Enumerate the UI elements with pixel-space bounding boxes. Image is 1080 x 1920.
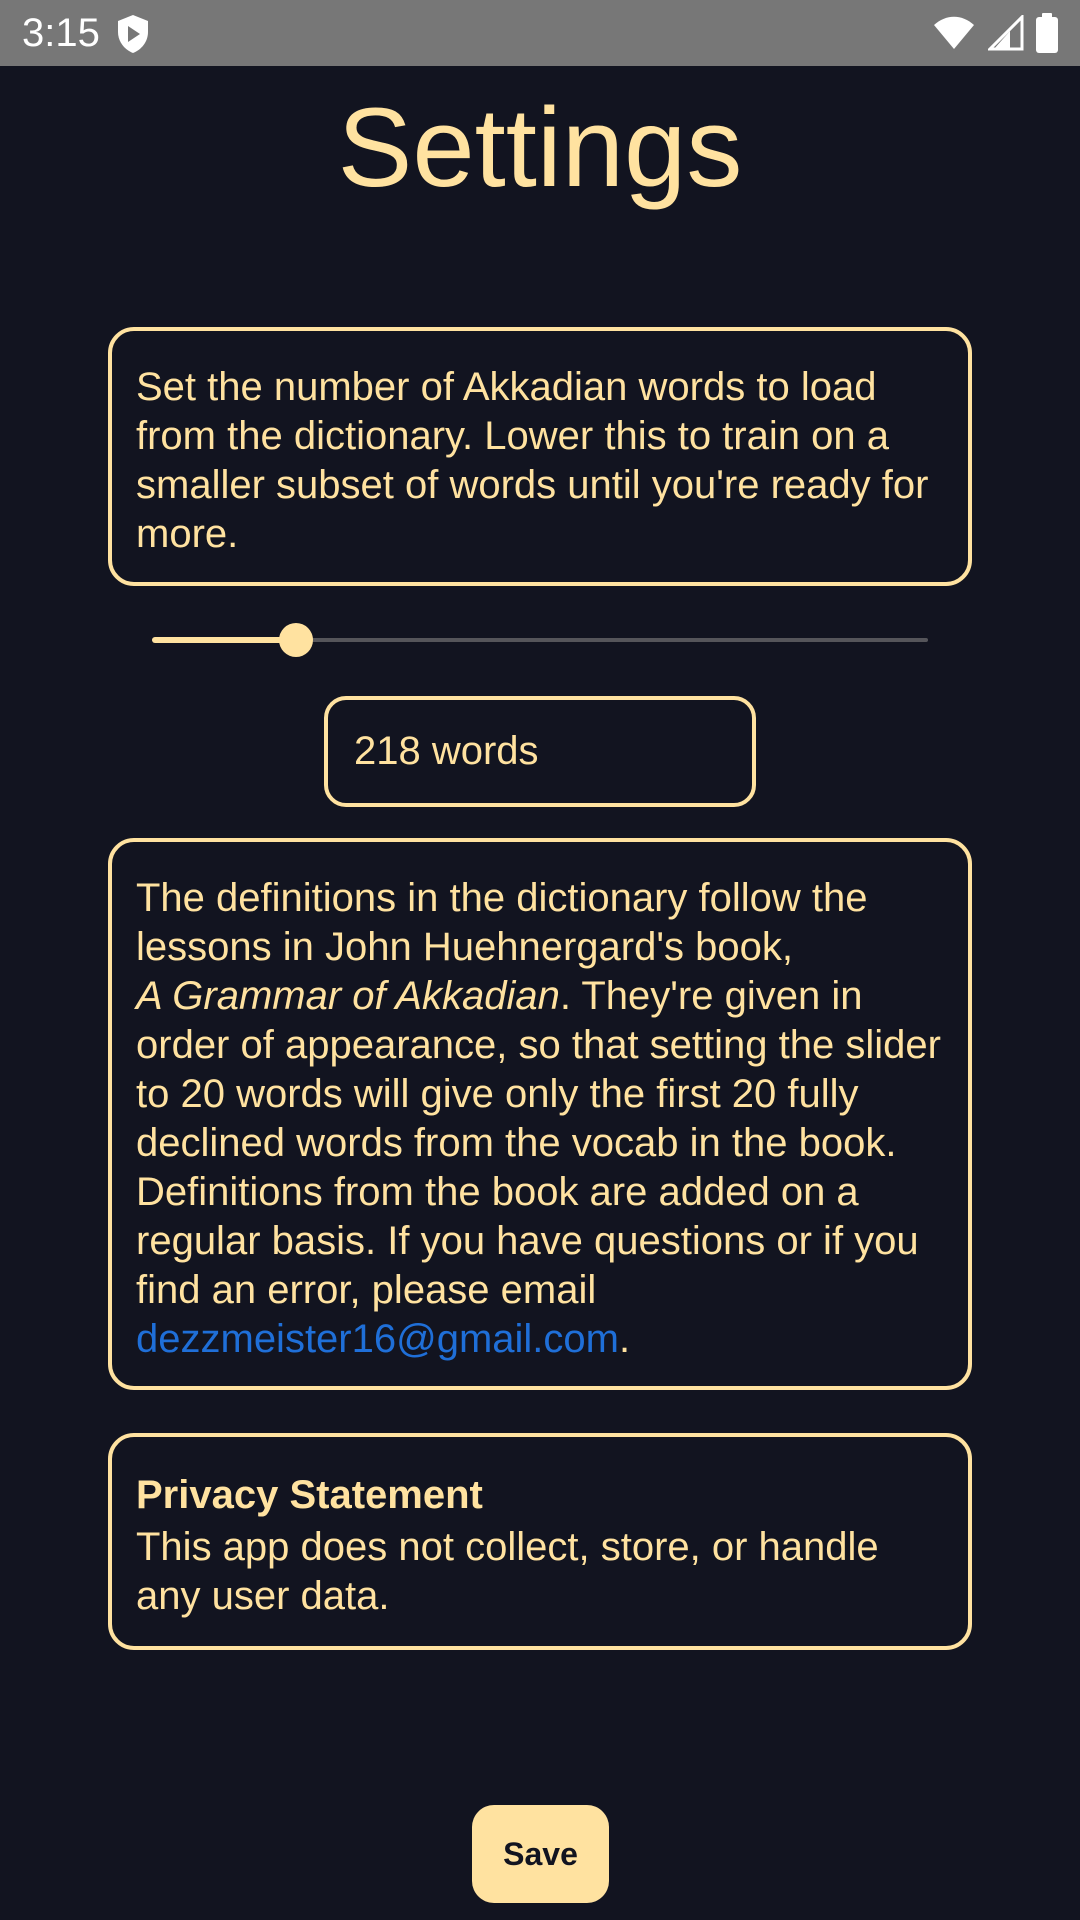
slider-thumb[interactable]	[279, 623, 313, 657]
dictionary-info-card: The definitions in the dictionary follow…	[108, 838, 972, 1390]
info-text-part1: The definitions in the dictionary follow…	[136, 876, 868, 969]
info-text-part2: . They're given in order of appearance, …	[136, 974, 941, 1312]
page-title: Settings	[337, 85, 743, 210]
status-bar: 3:15	[0, 0, 1080, 66]
email-link[interactable]: dezzmeister16@gmail.com	[136, 1317, 619, 1361]
save-button[interactable]: Save	[472, 1805, 609, 1903]
slider-fill	[152, 637, 296, 643]
status-icons	[932, 12, 1058, 54]
word-count-field[interactable]: 218 words	[324, 696, 756, 807]
battery-icon	[1036, 13, 1058, 53]
word-count-slider[interactable]	[152, 620, 928, 660]
book-title: A Grammar of Akkadian	[136, 974, 560, 1018]
word-count-value: 218 words	[354, 729, 539, 773]
privacy-card: Privacy Statement This app does not coll…	[108, 1433, 972, 1650]
signal-icon	[988, 15, 1024, 51]
shield-icon	[118, 15, 148, 53]
status-time: 3:15	[22, 11, 100, 55]
wifi-icon	[934, 16, 974, 49]
privacy-title: Privacy Statement	[136, 1473, 483, 1517]
word-count-description-card: Set the number of Akkadian words to load…	[108, 327, 972, 586]
word-count-description: Set the number of Akkadian words to load…	[136, 365, 929, 556]
privacy-body: This app does not collect, store, or han…	[136, 1525, 879, 1618]
info-text-end: .	[619, 1317, 631, 1361]
